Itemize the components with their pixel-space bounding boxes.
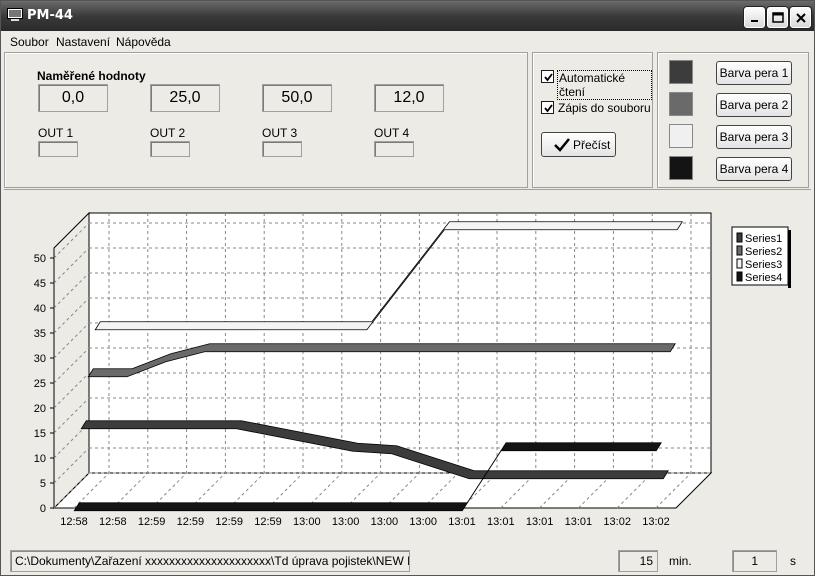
window-title: PM-44: [27, 8, 73, 23]
pen-color-button-2[interactable]: Barva pera 2: [716, 93, 792, 117]
out-label-1: OUT 1: [38, 126, 74, 140]
status-interval-unit: min.: [669, 554, 692, 568]
read-button-label: Přečíst: [573, 138, 611, 152]
status-interval-value: 15: [618, 550, 658, 572]
log-to-file-label[interactable]: Zápis do souboru: [558, 101, 651, 115]
legend-label-series1: Series1: [745, 233, 782, 245]
x-axis-tick-label: 13:00: [293, 516, 321, 528]
pen-color-button-4[interactable]: Barva pera 4: [716, 157, 792, 181]
out-indicator-4: [374, 141, 414, 157]
log-to-file-checkbox[interactable]: [541, 101, 554, 114]
out-label-2: OUT 2: [150, 126, 186, 140]
pen-swatch-1: [669, 60, 693, 84]
y-axis-tick-label: 25: [34, 378, 46, 390]
x-axis-tick-label: 13:00: [409, 516, 437, 528]
value-readout-2: 25,0: [150, 84, 220, 112]
chart-left-wall: [53, 211, 90, 510]
close-icon: [796, 13, 806, 23]
x-axis-tick-label: 13:01: [448, 516, 476, 528]
legend-swatch-series4: [736, 271, 743, 282]
out-label-3: OUT 3: [262, 126, 298, 140]
chart-back-wall: [88, 212, 712, 474]
maximize-button[interactable]: [767, 7, 788, 28]
x-axis-tick-label: 13:01: [487, 516, 515, 528]
pen-swatch-2: [669, 92, 693, 116]
x-axis-tick-label: 12:59: [215, 516, 243, 528]
y-axis-tick-label: 0: [40, 503, 46, 515]
chart-legend: Series1Series2Series3Series4: [731, 226, 791, 288]
read-button[interactable]: Přečíst: [541, 132, 616, 157]
status-bar: C:\Dokumenty\Zařazení xxxxxxxxxxxxxxxxxx…: [1, 547, 814, 575]
legend-label-series4: Series4: [745, 272, 782, 284]
chart-area: 0 5 10 15 20 25 30 35 40 45 50 12:58 12:58 12:59 12:59…: [4, 189, 811, 544]
pen-colors-panel: Barva pera 1 Barva pera 2 Barva pera 3 B…: [657, 52, 809, 188]
y-axis-tick-label: 40: [34, 303, 46, 315]
y-axis-tick-label: 50: [34, 253, 46, 265]
y-axis-tick-label: 30: [34, 353, 46, 365]
out-indicator-3: [262, 141, 302, 157]
menu-soubor[interactable]: Soubor: [10, 35, 49, 49]
x-axis-tick-label: 13:00: [332, 516, 360, 528]
x-axis-tick-label: 12:58: [99, 516, 127, 528]
x-axis-tick-label: 12:59: [177, 516, 205, 528]
menu-nastaveni[interactable]: Nastavení: [56, 35, 110, 49]
pen-color-button-3[interactable]: Barva pera 3: [716, 125, 792, 149]
checkmark-icon: [554, 138, 570, 152]
minimize-button[interactable]: [744, 7, 765, 28]
x-axis-tick-label: 13:02: [642, 516, 670, 528]
status-step-unit: s: [790, 554, 796, 568]
x-axis-tick-label: 13:00: [371, 516, 399, 528]
y-axis-tick-label: 15: [34, 428, 46, 440]
value-readout-1: 0,0: [38, 84, 108, 112]
legend-swatch-series3: [736, 258, 743, 269]
auto-read-checkbox[interactable]: [541, 70, 554, 83]
legend-label-series2: Series2: [745, 246, 782, 258]
measured-values-heading: Naměřené hodnoty: [37, 69, 146, 83]
x-axis-tick-label: 12:59: [254, 516, 282, 528]
measured-values-panel: Naměřené hodnoty 0,0 25,0 50,0 12,0 OUT …: [4, 52, 528, 188]
minimize-icon: [751, 20, 758, 22]
app-monitor-icon: [7, 8, 23, 21]
pen-swatch-4: [669, 156, 693, 180]
y-axis-tick-label: 10: [34, 453, 46, 465]
main-window: PM-44 Soubor Nastavení Nápověda Naměřené…: [0, 0, 815, 576]
legend-label-series3: Series3: [745, 259, 782, 271]
value-readout-3: 50,0: [262, 84, 332, 112]
x-axis-tick-label: 12:59: [138, 516, 166, 528]
y-axis-tick-label: 45: [34, 278, 46, 290]
menu-bar: Soubor Nastavení Nápověda: [1, 32, 814, 51]
pen-swatch-3: [669, 124, 693, 148]
x-axis-tick-label: 13:01: [565, 516, 593, 528]
title-bar[interactable]: PM-44: [1, 1, 814, 31]
x-axis-tick-label: 13:01: [526, 516, 554, 528]
out-indicator-2: [150, 141, 190, 157]
legend-swatch-series1: [736, 232, 743, 243]
close-button[interactable]: [790, 7, 811, 28]
auto-read-label[interactable]: Automatické čtení: [557, 70, 652, 100]
value-readout-4: 12,0: [374, 84, 444, 112]
out-label-4: OUT 4: [374, 126, 410, 140]
trend-chart: 0 5 10 15 20 25 30 35 40 45 50 12:58 12:58 12:59 12:59…: [34, 211, 791, 528]
pen-color-button-1[interactable]: Barva pera 1: [716, 61, 792, 85]
maximize-icon: [772, 12, 784, 23]
y-axis-tick-label: 35: [34, 328, 46, 340]
status-file-path: C:\Dokumenty\Zařazení xxxxxxxxxxxxxxxxxx…: [10, 550, 410, 572]
y-axis-tick-label: 5: [40, 478, 46, 490]
x-axis-tick-label: 12:58: [60, 516, 88, 528]
out-indicator-1: [38, 141, 78, 157]
x-axis-tick-label: 13:02: [603, 516, 631, 528]
legend-shadow: [788, 230, 791, 288]
legend-swatch-series2: [736, 245, 743, 256]
options-panel: Automatické čtení Zápis do souboru Přečí…: [532, 52, 653, 188]
y-axis-tick-label: 20: [34, 403, 46, 415]
checkmark-icon: [544, 104, 553, 113]
checkmark-icon: [544, 73, 553, 82]
status-step-value: 1: [732, 550, 777, 572]
menu-napoveda[interactable]: Nápověda: [116, 35, 171, 49]
